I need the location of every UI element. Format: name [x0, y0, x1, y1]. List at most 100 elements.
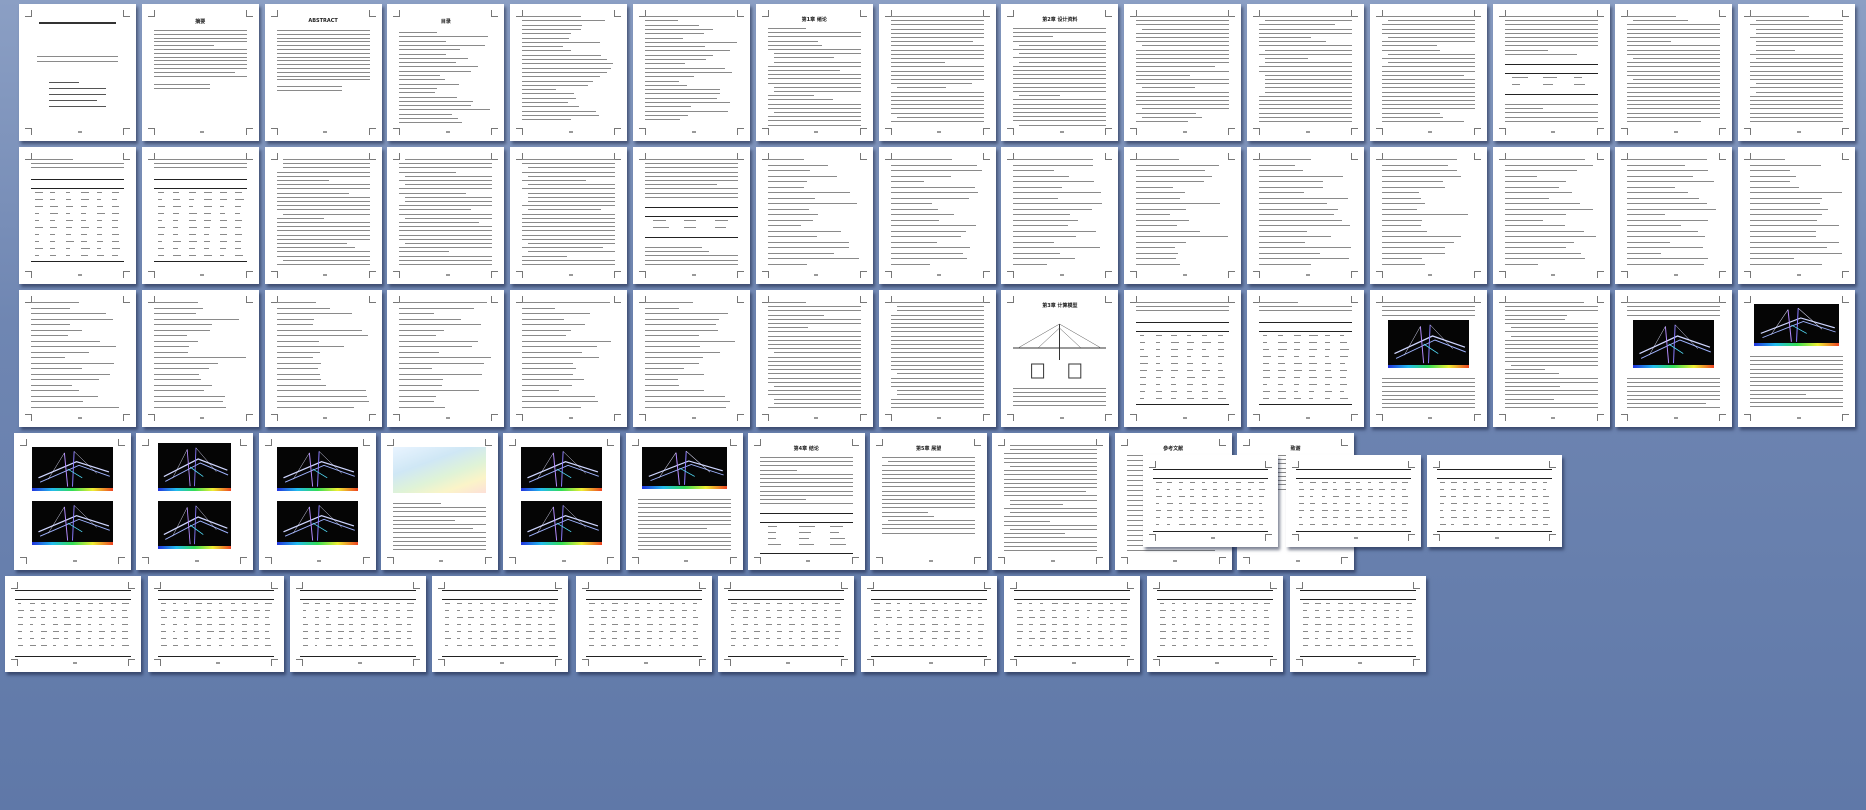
- page-thumbnail[interactable]: [1286, 455, 1421, 547]
- page-thumbnail[interactable]: [141, 147, 259, 284]
- page-thumbnail[interactable]: [625, 433, 743, 570]
- text-line: [276, 329, 363, 331]
- page-thumbnail[interactable]: [5, 576, 141, 672]
- page-thumbnail[interactable]: ABSTRACT: [264, 4, 382, 141]
- page-thumbnail[interactable]: [503, 433, 621, 570]
- page-thumbnail[interactable]: 第3章 计算模型: [1001, 290, 1119, 427]
- page-thumbnail[interactable]: 第5章 展望: [870, 433, 988, 570]
- page-thumbnail[interactable]: [387, 290, 505, 427]
- page-thumbnail[interactable]: 摘要: [141, 4, 259, 141]
- page-thumbnail[interactable]: [1615, 147, 1733, 284]
- table-cell: [218, 645, 222, 646]
- table-rule: [1296, 478, 1411, 479]
- page-thumbnail[interactable]: [878, 147, 996, 284]
- text-line: [890, 258, 968, 259]
- page-corner-mark: [555, 659, 562, 666]
- table-cell: [1309, 384, 1318, 385]
- table-cell: [1194, 624, 1200, 625]
- table-cell: [468, 638, 472, 639]
- page-thumbnail[interactable]: 目录: [387, 4, 505, 141]
- table-cell: [502, 603, 508, 604]
- page-thumbnail[interactable]: [141, 290, 259, 427]
- table-cell: [798, 532, 811, 533]
- page-thumbnail[interactable]: [992, 433, 1110, 570]
- table-cell: [34, 255, 40, 256]
- page-thumbnail[interactable]: [878, 4, 996, 141]
- text-line: [276, 357, 313, 358]
- page-thumbnail[interactable]: [1290, 576, 1426, 672]
- page-thumbnail[interactable]: [1738, 147, 1856, 284]
- page-thumbnail[interactable]: [1247, 4, 1364, 141]
- page-thumbnail[interactable]: [1492, 4, 1610, 141]
- page-thumbnail[interactable]: [1492, 147, 1610, 284]
- page-thumbnail[interactable]: [136, 433, 254, 570]
- page-thumbnail[interactable]: [1615, 4, 1733, 141]
- page-thumbnail[interactable]: 第4章 结论: [747, 433, 865, 570]
- page-thumbnail[interactable]: [1143, 455, 1278, 547]
- page-thumbnail[interactable]: [510, 290, 628, 427]
- table-cell: [188, 220, 196, 221]
- page-thumbnail[interactable]: [1147, 576, 1283, 672]
- page-thumbnail[interactable]: [432, 576, 568, 672]
- page-thumbnail[interactable]: [510, 4, 628, 141]
- table-cell: [1497, 482, 1502, 483]
- page-thumbnail[interactable]: [1369, 4, 1487, 141]
- page-thumbnail[interactable]: [510, 147, 628, 284]
- page-thumbnail[interactable]: [264, 147, 382, 284]
- text-line: [1013, 40, 1107, 42]
- page-thumbnail[interactable]: [14, 433, 131, 570]
- page-thumbnail[interactable]: [19, 4, 136, 141]
- text-line: [1010, 503, 1063, 505]
- page-thumbnail[interactable]: [1738, 290, 1856, 427]
- table-cell: [1324, 335, 1331, 336]
- page-thumbnail[interactable]: [1738, 4, 1856, 141]
- text-line: [399, 105, 472, 107]
- text-line: [1627, 399, 1721, 400]
- page-thumbnail[interactable]: [633, 4, 750, 141]
- table-rule: [15, 590, 131, 591]
- text-line: [890, 197, 969, 199]
- page-thumbnail[interactable]: [1492, 290, 1610, 427]
- page-corner-mark: [1498, 271, 1506, 278]
- page-thumbnail[interactable]: [1004, 576, 1140, 672]
- page-thumbnail[interactable]: [633, 290, 750, 427]
- page-thumbnail[interactable]: [19, 290, 136, 427]
- page-thumbnail[interactable]: [1124, 147, 1242, 284]
- text-line: [1013, 214, 1071, 215]
- page-thumbnail[interactable]: [1369, 147, 1487, 284]
- page-thumbnail[interactable]: [290, 576, 426, 672]
- page-thumbnail[interactable]: [1124, 290, 1242, 427]
- page-thumbnail[interactable]: [380, 433, 498, 570]
- table-cell: [17, 638, 22, 639]
- page-thumbnail[interactable]: [861, 576, 997, 672]
- page-thumbnail[interactable]: [258, 433, 376, 570]
- text-line: [522, 346, 598, 347]
- page-thumbnail[interactable]: [755, 290, 873, 427]
- page-corner-mark: [607, 439, 615, 446]
- table-rule: [645, 237, 738, 238]
- text-line: [153, 56, 247, 58]
- page-thumbnail[interactable]: [878, 290, 996, 427]
- page-thumbnail[interactable]: 第2章 设计资料: [1001, 4, 1119, 141]
- page-thumbnail[interactable]: [1247, 290, 1364, 427]
- page-thumbnail[interactable]: [755, 147, 873, 284]
- page-thumbnail[interactable]: 第1章 绪论: [755, 4, 873, 141]
- page-thumbnail[interactable]: [1001, 147, 1119, 284]
- table-cell: [646, 624, 653, 625]
- text-line: [276, 192, 350, 194]
- table-cell: [52, 617, 57, 618]
- page-thumbnail[interactable]: [1124, 4, 1242, 141]
- text-line: [276, 79, 370, 81]
- table-cell: [1040, 631, 1047, 632]
- page-thumbnail[interactable]: [633, 147, 750, 284]
- page-thumbnail[interactable]: [264, 290, 382, 427]
- page-thumbnail[interactable]: [19, 147, 136, 284]
- page-thumbnail[interactable]: [576, 576, 712, 672]
- page-thumbnail[interactable]: [1247, 147, 1364, 284]
- page-thumbnail[interactable]: [1615, 290, 1733, 427]
- page-thumbnail[interactable]: [1427, 455, 1562, 547]
- page-thumbnail[interactable]: [1369, 290, 1487, 427]
- page-thumbnail[interactable]: [718, 576, 854, 672]
- page-thumbnail[interactable]: [148, 576, 284, 672]
- page-thumbnail[interactable]: [387, 147, 505, 284]
